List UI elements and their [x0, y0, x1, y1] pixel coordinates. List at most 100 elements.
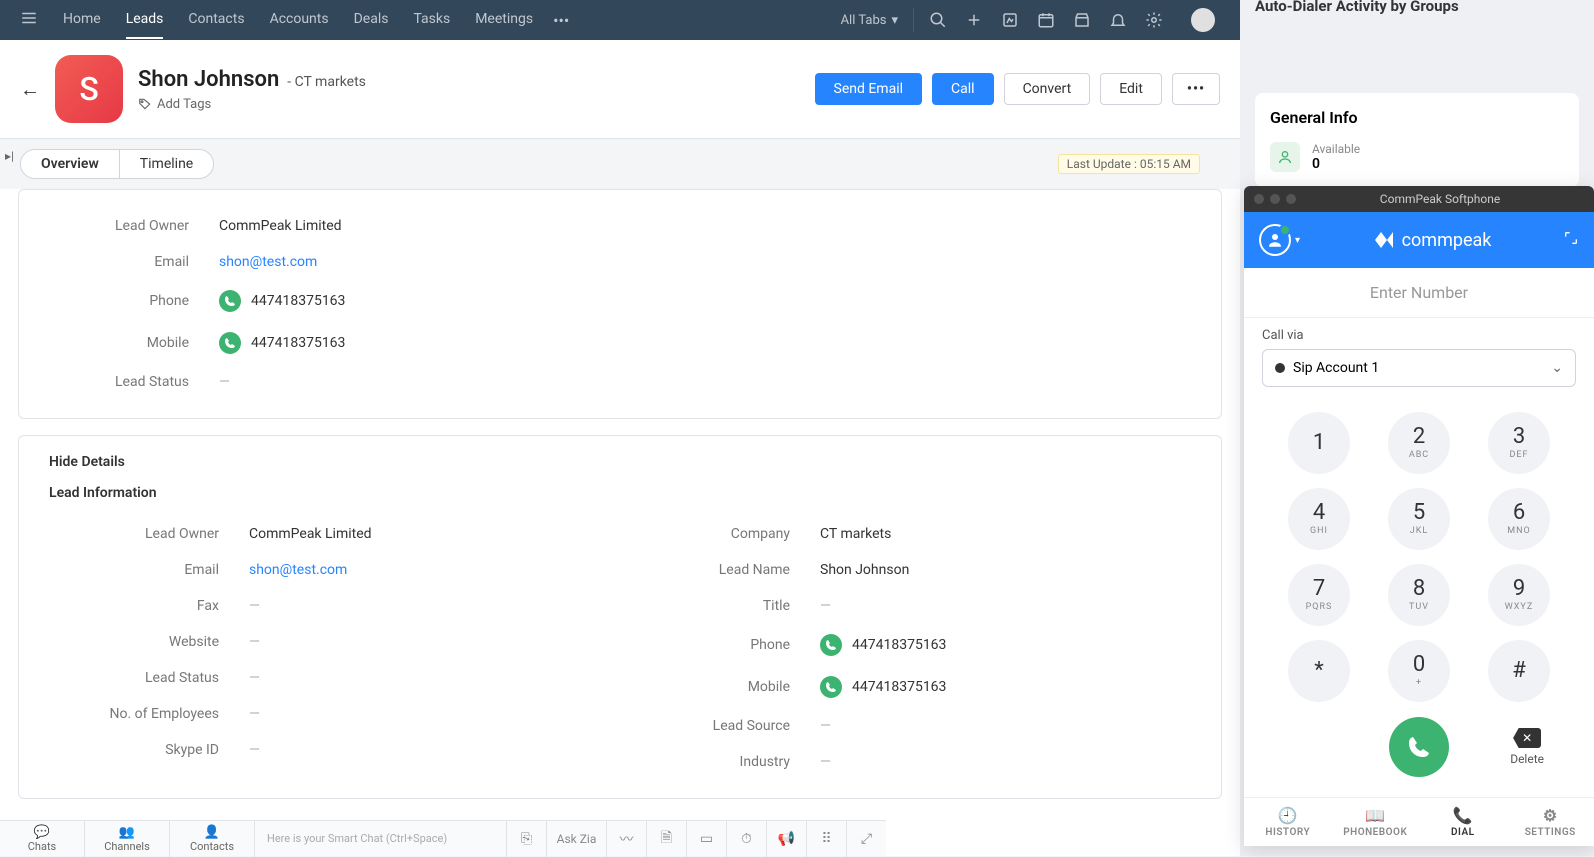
- megaphone-icon[interactable]: 📢: [766, 821, 806, 857]
- more-actions-button[interactable]: •••: [1172, 73, 1220, 105]
- field-value: —: [820, 718, 831, 734]
- keypad-key-9[interactable]: 9WXYZ: [1488, 564, 1550, 626]
- phone-call-icon[interactable]: [219, 290, 241, 312]
- back-arrow-icon[interactable]: ←: [20, 77, 40, 102]
- screen-icon[interactable]: ▭: [686, 821, 726, 857]
- history-icon: 🕘: [1244, 806, 1332, 825]
- keypad-key-1[interactable]: 1: [1288, 412, 1350, 474]
- field-label: Fax: [49, 598, 249, 614]
- add-tags-button[interactable]: Add Tags: [138, 97, 366, 112]
- nav-tab-home[interactable]: Home: [63, 1, 101, 39]
- keypad-key-4[interactable]: 4GHI: [1288, 488, 1350, 550]
- keypad-key-6[interactable]: 6MNO: [1488, 488, 1550, 550]
- close-dot-icon[interactable]: [1254, 194, 1264, 204]
- convert-button[interactable]: Convert: [1004, 73, 1091, 105]
- add-tags-label: Add Tags: [157, 97, 211, 112]
- detail-row: No. of Employees—: [49, 696, 620, 732]
- tab-timeline[interactable]: Timeline: [120, 150, 213, 178]
- field-label: Email: [49, 562, 249, 578]
- edit-button[interactable]: Edit: [1100, 73, 1162, 105]
- softphone-actions: ✕ Delete: [1244, 712, 1594, 787]
- attach-icon[interactable]: ⎘: [506, 821, 546, 857]
- wave-icon[interactable]: 〰: [606, 821, 646, 857]
- keypad-key-5[interactable]: 5JKL: [1388, 488, 1450, 550]
- keypad-key-*[interactable]: *: [1288, 640, 1350, 702]
- nav-tab-contacts[interactable]: Contacts: [188, 1, 244, 39]
- number-input[interactable]: Enter Number: [1244, 268, 1594, 318]
- maximize-dot-icon[interactable]: [1286, 194, 1296, 204]
- last-update-badge: Last Update : 05:15 AM: [1058, 154, 1200, 174]
- user-avatar[interactable]: [1191, 8, 1215, 32]
- expand-handle-icon[interactable]: ▸|: [5, 149, 14, 163]
- keypad-key-7[interactable]: 7PQRS: [1288, 564, 1350, 626]
- softphone-header: ▾ commpeak: [1244, 212, 1594, 268]
- field-label: Phone: [620, 637, 820, 653]
- field-value: —: [249, 670, 260, 686]
- plus-icon[interactable]: [965, 11, 983, 29]
- lead-status-value: —: [219, 374, 230, 390]
- account-name: Sip Account 1: [1293, 360, 1379, 376]
- expand-icon[interactable]: ⤢: [846, 821, 886, 857]
- tab-overview[interactable]: Overview: [21, 150, 120, 178]
- keypad-key-3[interactable]: 3DEF: [1488, 412, 1550, 474]
- field-label: Phone: [49, 293, 219, 309]
- field-label: No. of Employees: [49, 706, 249, 722]
- lead-name: Shon Johnson: [138, 67, 279, 92]
- traffic-lights: [1254, 194, 1296, 204]
- call-button[interactable]: Call: [932, 73, 994, 105]
- lead-avatar: S: [55, 55, 123, 123]
- softphone-nav-history[interactable]: 🕘HISTORY: [1244, 798, 1332, 846]
- hide-details-toggle[interactable]: Hide Details: [49, 454, 1191, 470]
- phone-call-icon[interactable]: [820, 676, 842, 698]
- softphone-user-menu[interactable]: [1259, 224, 1291, 256]
- calendar-icon[interactable]: [1037, 11, 1055, 29]
- field-label: Company: [620, 526, 820, 542]
- all-tabs-label: All Tabs: [841, 13, 887, 28]
- keypad-key-2[interactable]: 2ABC: [1388, 412, 1450, 474]
- bottom-tab-chats[interactable]: 💬Chats: [0, 821, 85, 857]
- softphone-nav-dial[interactable]: 📞DIAL: [1419, 798, 1507, 846]
- minimize-dot-icon[interactable]: [1270, 194, 1280, 204]
- nav-tab-leads[interactable]: Leads: [126, 1, 164, 39]
- bottom-icons: ⎘ Ask Zia 〰 🗎 ▭ ⏱ 📢 ⠿ ⤢: [506, 821, 886, 857]
- detail-row: Skype ID—: [49, 732, 620, 768]
- smart-chat-input[interactable]: Here is your Smart Chat (Ctrl+Space): [255, 832, 506, 845]
- nav-more-icon[interactable]: •••: [553, 11, 569, 30]
- bell-icon[interactable]: [1109, 11, 1127, 29]
- phone-call-icon[interactable]: [820, 634, 842, 656]
- nav-tab-tasks[interactable]: Tasks: [413, 1, 450, 39]
- doc-icon[interactable]: 🗎: [646, 821, 686, 857]
- nav-tab-meetings[interactable]: Meetings: [475, 1, 533, 39]
- softphone-nav: 🕘HISTORY📖PHONEBOOK📞DIAL⚙SETTINGS: [1244, 797, 1594, 846]
- ask-zia-button[interactable]: Ask Zia: [546, 821, 606, 857]
- delete-button[interactable]: ✕ Delete: [1510, 728, 1544, 766]
- signal-icon[interactable]: [1001, 11, 1019, 29]
- menu-toggle[interactable]: [10, 9, 48, 31]
- bottom-tab-channels[interactable]: 👥Channels: [85, 821, 170, 857]
- clock-icon[interactable]: ⏱: [726, 821, 766, 857]
- field-label: Skype ID: [49, 742, 249, 758]
- nav-tab-deals[interactable]: Deals: [354, 1, 389, 39]
- softphone-nav-phonebook[interactable]: 📖PHONEBOOK: [1332, 798, 1420, 846]
- search-icon[interactable]: [929, 11, 947, 29]
- email-link[interactable]: shon@test.com: [219, 254, 317, 270]
- softphone-nav-settings[interactable]: ⚙SETTINGS: [1507, 798, 1594, 846]
- bottom-tab-contacts[interactable]: 👤Contacts: [170, 821, 255, 857]
- gear-icon[interactable]: [1145, 11, 1163, 29]
- all-tabs-dropdown[interactable]: All Tabs ▾: [826, 8, 914, 32]
- marketplace-icon[interactable]: [1073, 11, 1091, 29]
- softphone-titlebar[interactable]: CommPeak Softphone: [1244, 186, 1594, 212]
- keypad-key-0[interactable]: 0+: [1388, 640, 1450, 702]
- keypad-key-#[interactable]: #: [1488, 640, 1550, 702]
- sip-account-dropdown[interactable]: Sip Account 1 ⌄: [1262, 349, 1576, 387]
- field-value[interactable]: shon@test.com: [249, 562, 347, 578]
- nav-tab-accounts[interactable]: Accounts: [270, 1, 329, 39]
- grid-icon[interactable]: ⠿: [806, 821, 846, 857]
- field-label: Title: [620, 598, 820, 614]
- send-email-button[interactable]: Send Email: [815, 73, 923, 105]
- phone-number: 447418375163: [251, 293, 345, 309]
- dial-call-button[interactable]: [1389, 717, 1449, 777]
- phone-call-icon[interactable]: [219, 332, 241, 354]
- keypad-key-8[interactable]: 8TUV: [1388, 564, 1450, 626]
- fullscreen-icon[interactable]: [1563, 230, 1579, 250]
